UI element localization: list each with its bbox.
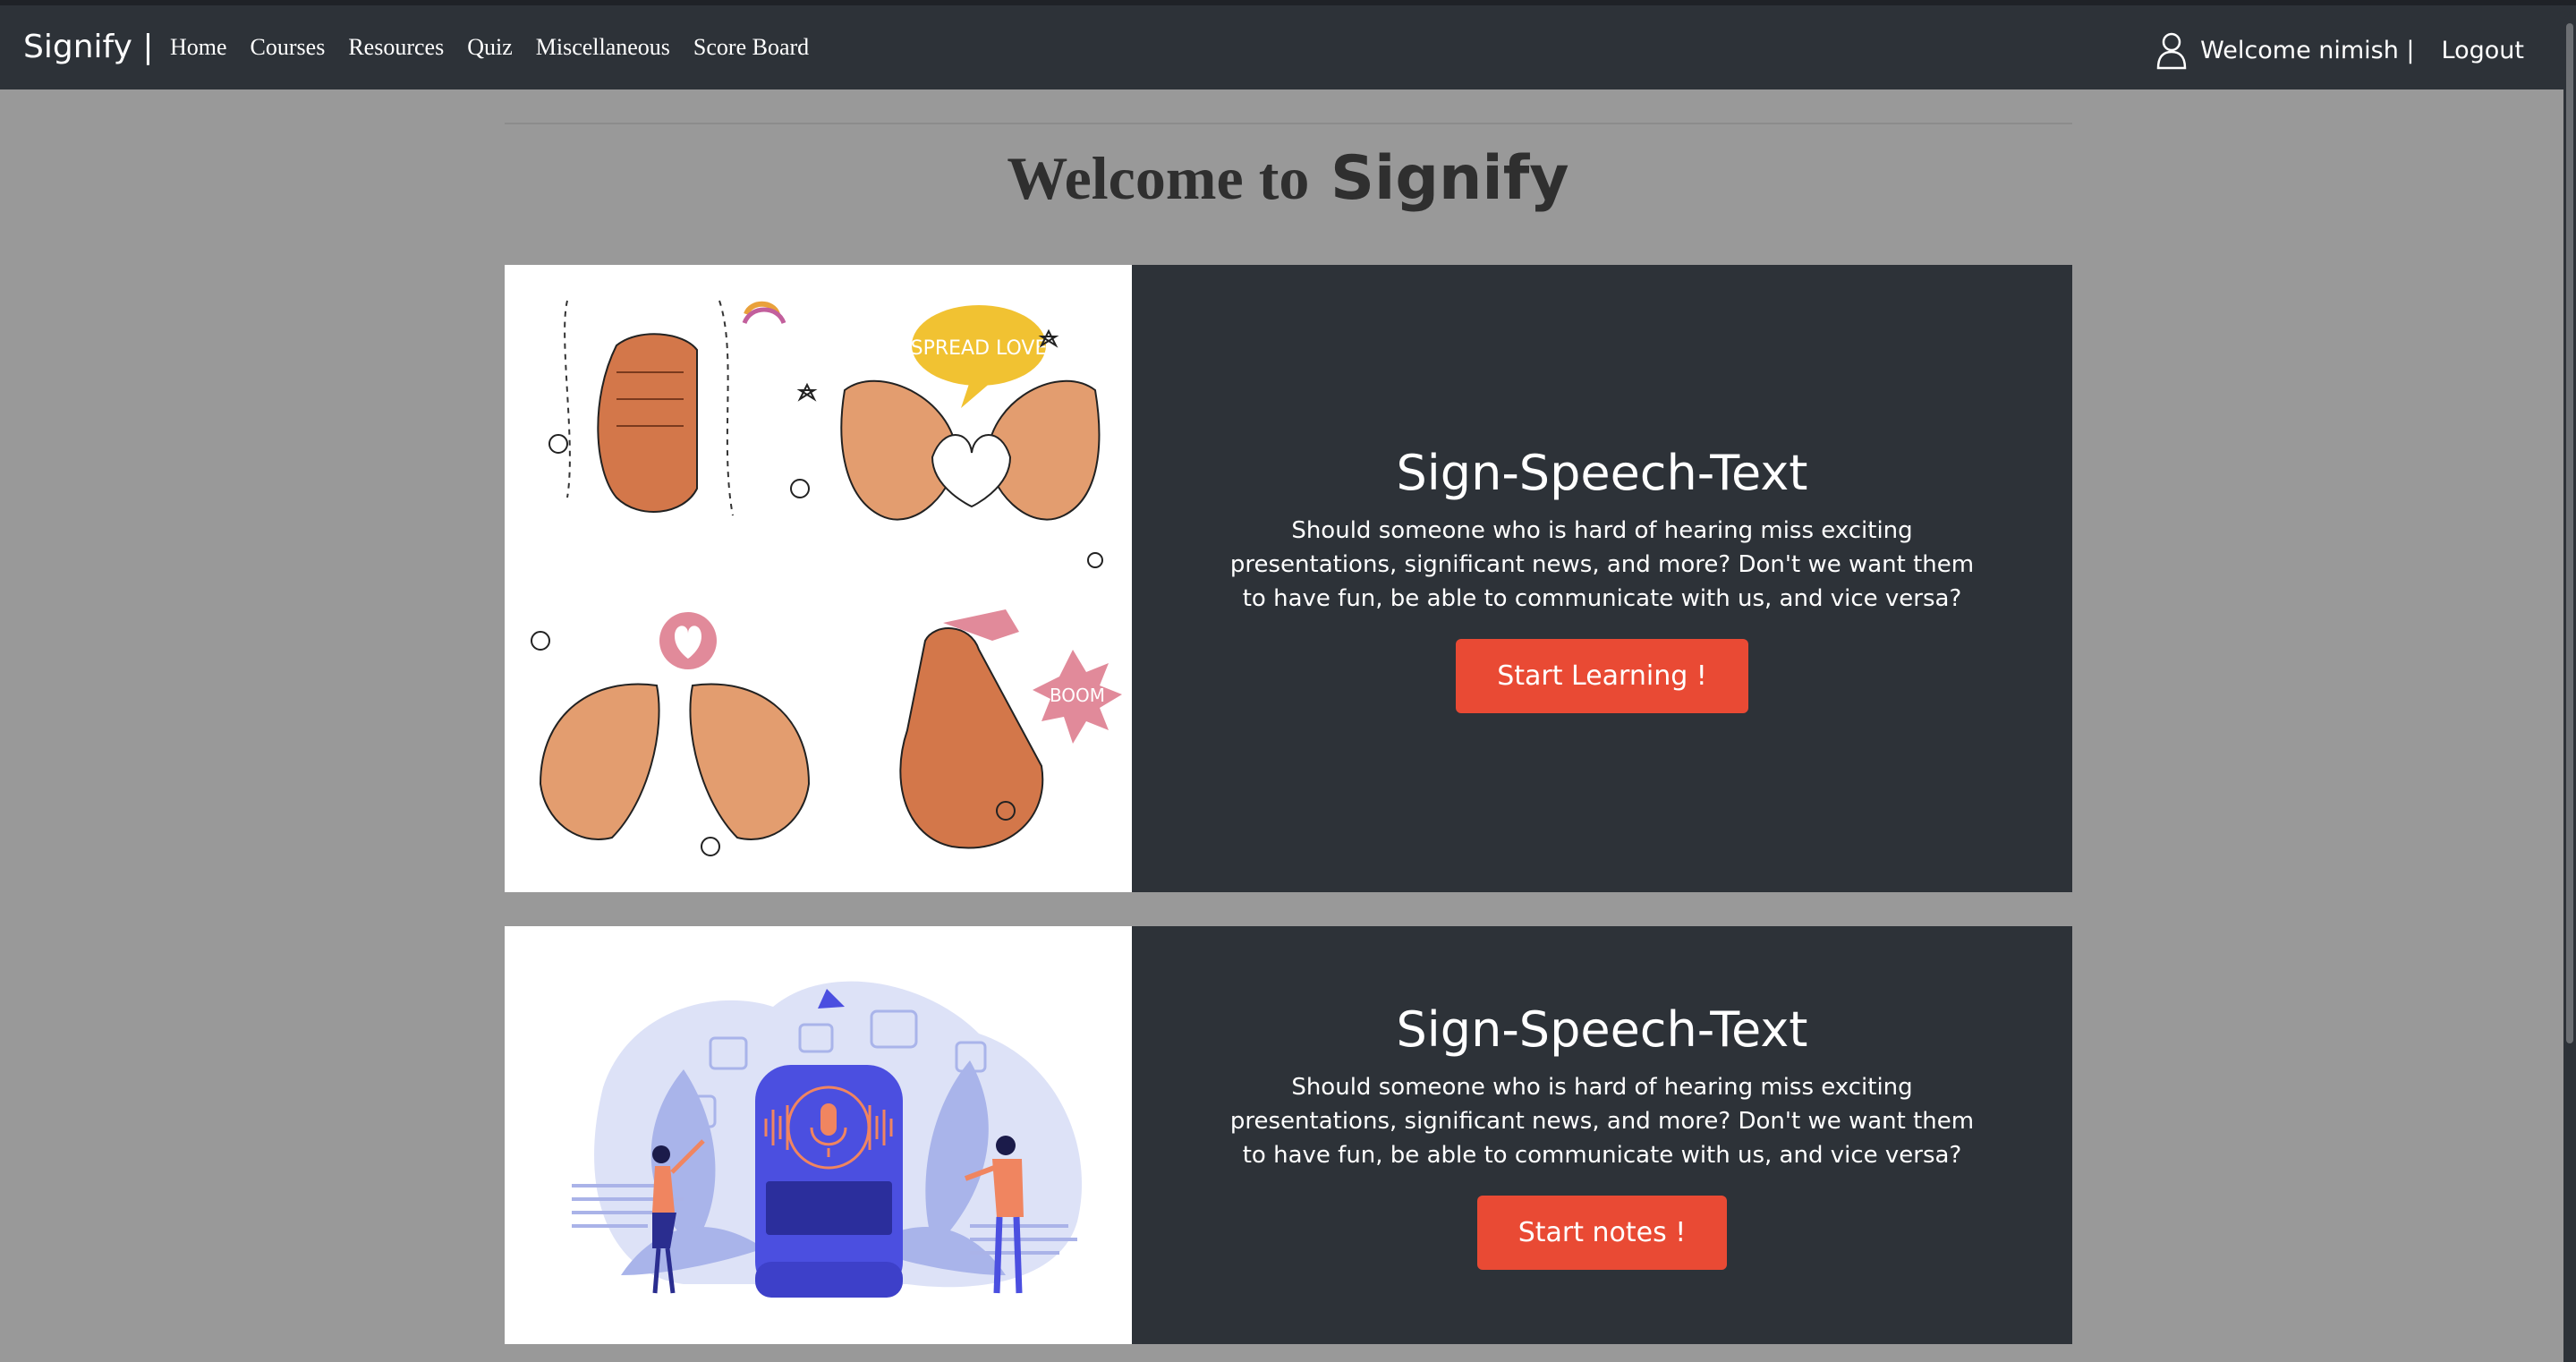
user-area: Welcome nimish | Logout: [2155, 30, 2524, 70]
divider: [505, 123, 2072, 124]
hand-signs-illustration: SPREAD LOVE BOOM: [505, 265, 1132, 892]
voice-assistant-illustration: [505, 926, 1132, 1344]
user-icon: [2156, 32, 2187, 70]
voice-assistant-image: [572, 981, 1083, 1298]
start-notes-button[interactable]: Start notes !: [1476, 1195, 1728, 1270]
finger-heart-icon: BOOM: [899, 609, 1122, 849]
microphone-icon: [820, 1103, 837, 1136]
heart-hands-2-icon: [539, 612, 811, 840]
top-navbar: Signify | Home Courses Resources Quiz Mi…: [0, 5, 2576, 89]
course-card-notes: Sign-Speech-Text Should someone who is h…: [505, 926, 2072, 1344]
title-brand: Signify: [1331, 143, 1569, 214]
card-body: Sign-Speech-Text Should someone who is h…: [1132, 265, 2072, 892]
nav-score-board[interactable]: Score Board: [693, 34, 809, 61]
course-card-sign-learning: SPREAD LOVE BOOM Sign-Speech-Text Should…: [505, 265, 2072, 892]
nav-miscellaneous[interactable]: Miscellaneous: [536, 34, 670, 61]
heart-hands-icon: SPREAD LOVE: [840, 305, 1101, 521]
boom-text: BOOM: [1050, 685, 1105, 706]
nav-home[interactable]: Home: [170, 34, 227, 61]
page-title: Welcome to Signify: [0, 143, 2576, 214]
fist-hand-icon: [564, 300, 786, 516]
nav-links: Home Courses Resources Quiz Miscellaneou…: [170, 34, 809, 61]
nav-resources[interactable]: Resources: [348, 34, 444, 61]
card-title: Sign-Speech-Text: [1396, 1000, 1808, 1058]
card-title: Sign-Speech-Text: [1396, 444, 1808, 501]
card-description: Should someone who is hard of hearing mi…: [1229, 516, 1975, 612]
nav-quiz[interactable]: Quiz: [467, 34, 513, 61]
welcome-text: Welcome nimish |: [2200, 36, 2415, 64]
logout-link[interactable]: Logout: [2442, 37, 2524, 64]
nav-courses[interactable]: Courses: [251, 34, 326, 61]
card-body: Sign-Speech-Text Should someone who is h…: [1132, 926, 2072, 1344]
card-description: Should someone who is hard of hearing mi…: [1229, 1073, 1975, 1169]
start-learning-button[interactable]: Start Learning !: [1456, 638, 1748, 713]
hand-signs-image: SPREAD LOVE BOOM: [531, 300, 1122, 856]
spread-love-text: SPREAD LOVE: [911, 337, 1048, 360]
speaker-grille: [766, 1181, 892, 1235]
title-prefix: Welcome to: [1007, 144, 1310, 212]
brand-logo[interactable]: Signify |: [23, 29, 153, 65]
